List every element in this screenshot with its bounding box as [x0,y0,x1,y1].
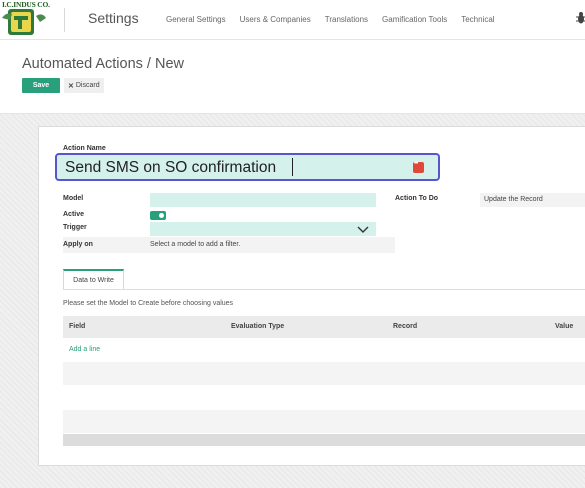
apply-on-value[interactable]: Select a model to add a filter. [150,241,240,248]
trigger-select[interactable] [150,222,376,236]
table-row [63,386,585,410]
chevron-down-icon[interactable] [357,226,369,234]
active-label: Active [63,211,85,218]
bug-icon[interactable] [576,11,585,25]
tab-divider [63,289,585,290]
menu-general-settings[interactable]: General Settings [166,15,226,24]
discard-button[interactable]: ✕ Discard [64,78,104,93]
tab-data-to-write[interactable]: Data to Write [63,269,124,289]
menu-technical[interactable]: Technical [461,15,494,24]
column-value[interactable]: Value [555,323,573,330]
main-menu: General Settings Users & Companies Trans… [166,15,495,24]
action-to-do-select[interactable]: Update the Record [480,193,585,207]
control-panel: Automated Actions / New Save ✕ Discard [0,40,585,114]
company-logo[interactable]: I.C.INDUS CO. [0,0,56,40]
menu-gamification-tools[interactable]: Gamification Tools [382,15,447,24]
active-toggle[interactable] [150,211,166,220]
column-field[interactable]: Field [69,323,85,330]
column-evaluation-type[interactable]: Evaluation Type [231,323,284,330]
form-sheet: Action Name Send SMS on SO confirmation … [38,126,585,466]
values-table: Field Evaluation Type Record Value Add a… [63,316,585,447]
navbar-divider [64,8,65,32]
action-to-do-value: Update the Record [484,196,543,203]
model-input[interactable] [150,193,376,207]
help-text: Please set the Model to Create before ch… [63,300,234,307]
table-row: Add a line [63,338,585,362]
discard-label: Discard [75,82,100,89]
table-footer [63,434,585,447]
action-to-do-label: Action To Do [395,195,439,202]
app-title[interactable]: Settings [88,10,139,26]
table-row [63,410,585,434]
table-row [63,362,585,386]
close-icon: ✕ [68,82,74,90]
text-cursor [292,158,293,176]
action-name-input[interactable]: Send SMS on SO confirmation [55,153,440,181]
menu-users-companies[interactable]: Users & Companies [240,15,311,24]
top-navbar: I.C.INDUS CO. Settings General Settings … [0,0,585,40]
translate-icon[interactable] [413,161,424,173]
column-record[interactable]: Record [393,323,417,330]
add-line-link[interactable]: Add a line [69,346,100,353]
trigger-label: Trigger [63,224,87,231]
menu-translations[interactable]: Translations [325,15,368,24]
action-name-value: Send SMS on SO confirmation [65,159,277,176]
action-name-label: Action Name [63,145,106,152]
apply-on-label: Apply on [63,241,93,248]
logo-text: I.C.INDUS CO. [2,0,50,9]
model-label: Model [63,195,84,202]
breadcrumb[interactable]: Automated Actions / New [22,56,184,72]
save-button[interactable]: Save [22,78,60,93]
table-header: Field Evaluation Type Record Value [63,316,585,338]
